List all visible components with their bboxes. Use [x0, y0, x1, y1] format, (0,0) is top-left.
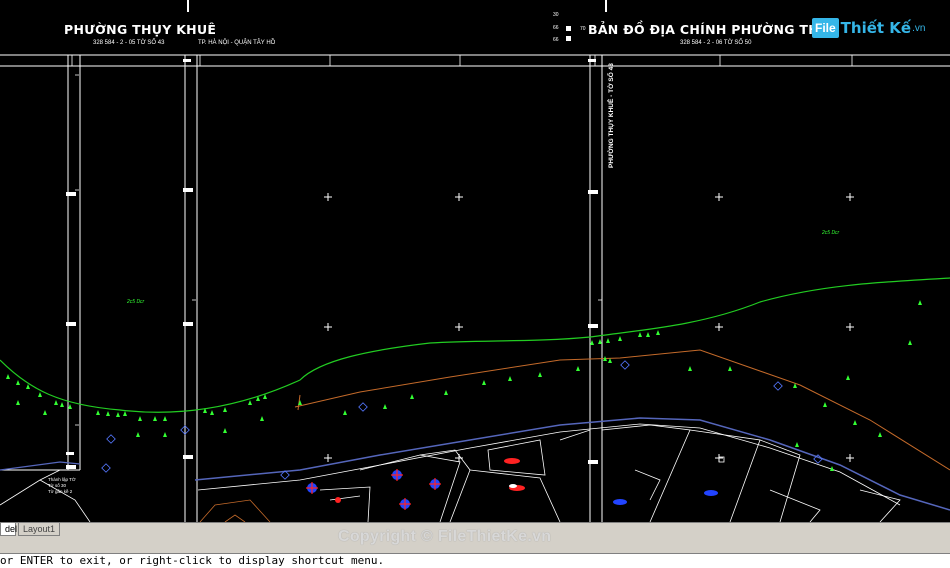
model-space-canvas[interactable]: PHƯỜNG THỤY KHUÊ 328 584 - 2 - 05 TỜ SỐ …	[0, 0, 950, 522]
legend-line-1: Thành lập TỜ	[48, 477, 76, 482]
logo-text: Thiết Kế	[840, 19, 912, 37]
vertical-line-ticks	[75, 74, 602, 426]
tab-layout1[interactable]: Layout1	[18, 523, 60, 536]
parcel-label-2: 2c5 Dcr	[822, 230, 840, 236]
command-line[interactable]: or ENTER to exit, or right-click to disp…	[0, 553, 950, 568]
survey-points	[101, 360, 823, 480]
filethietke-logo: File Thiết Kế .vn	[812, 15, 925, 41]
legend-line-2: Tờ số 30	[48, 483, 66, 488]
logo-box: File	[812, 18, 839, 38]
note-3: 70	[580, 26, 586, 32]
note-2: 66	[553, 25, 559, 31]
street	[194, 417, 950, 511]
note-1: 30	[553, 12, 559, 18]
building-markers	[306, 456, 725, 510]
note-4: 66	[553, 37, 559, 43]
sheet-frame	[0, 0, 950, 522]
tab-model[interactable]: del	[0, 523, 17, 536]
copyright-watermark: Copyright © FileThietKe.vn	[338, 528, 552, 545]
frame-markers	[66, 26, 598, 469]
land-parcels	[0, 424, 901, 522]
sheet-title-right: BẢN ĐỒ ĐỊA CHÍNH PHƯỜNG THỤY	[588, 22, 839, 37]
road-edge	[294, 349, 950, 471]
sheet-city-left: TP. HÀ NỘI - QUẬN TÂY HỒ	[198, 40, 276, 46]
parcel-label-1: 2c5 Dcr	[127, 299, 145, 305]
cad-drawing	[0, 0, 950, 522]
sheet-code-right: 328 584 - 2 - 06 TỜ SỐ 50	[680, 40, 752, 46]
vertical-sheet-label: PHƯỜNG THỤY KHUÊ - TỜ SỐ 43	[608, 63, 615, 168]
sheet-title-left: PHƯỜNG THỤY KHUÊ	[64, 22, 217, 37]
sheet-code-left: 328 584 - 2 - 05 TỜ SỐ 43	[93, 40, 165, 46]
logo-tld: .vn	[912, 22, 926, 34]
legend-line-3: Tờ gần kề 2	[48, 489, 73, 494]
